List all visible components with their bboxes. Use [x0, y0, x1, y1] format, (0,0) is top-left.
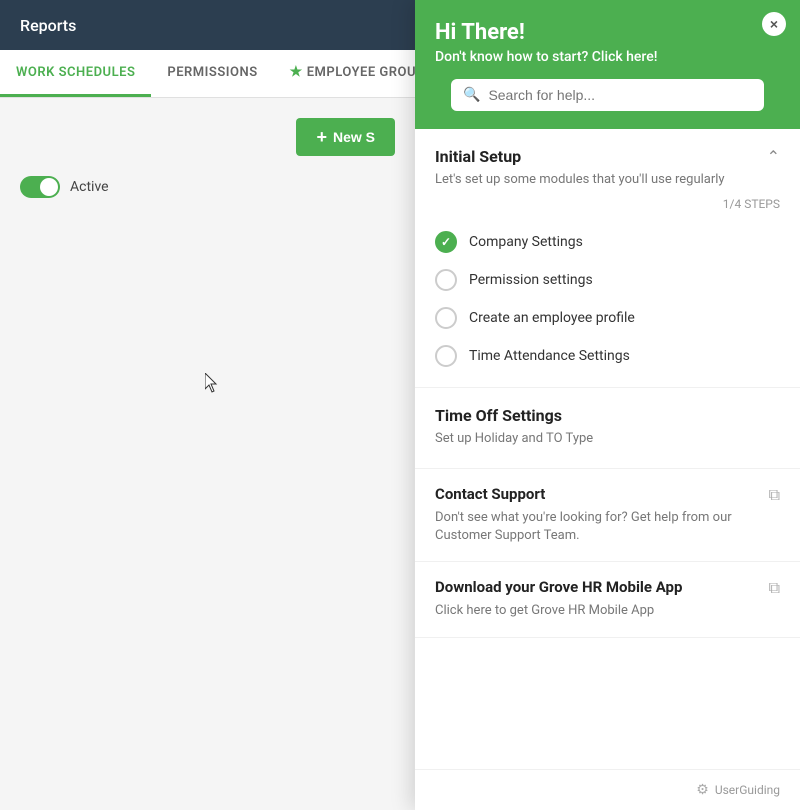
userguiding-footer: ⚙ UserGuiding	[415, 769, 800, 810]
help-greeting: Hi There!	[435, 20, 780, 45]
new-schedule-button[interactable]: + New S	[296, 118, 395, 156]
initial-setup-title: Initial Setup	[435, 147, 521, 166]
help-panel: × Hi There! Don't know how to start? Cli…	[415, 0, 800, 810]
mobile-app-title: Download your Grove HR Mobile App	[435, 578, 682, 596]
search-box[interactable]: 🔍	[451, 79, 764, 111]
active-toggle-label: Active	[70, 179, 109, 195]
tab-work-schedules[interactable]: WORK SCHEDULES	[0, 50, 151, 97]
chevron-up-icon[interactable]: ⌃	[767, 147, 780, 166]
mobile-app-content: Download your Grove HR Mobile App Click …	[435, 578, 682, 620]
mobile-app-desc: Click here to get Grove HR Mobile App	[435, 602, 682, 620]
step-label-permission: Permission settings	[469, 272, 593, 288]
contact-support-title: Contact Support	[435, 485, 761, 503]
step-circle-employee	[435, 307, 457, 329]
step-item-attendance[interactable]: Time Attendance Settings	[435, 337, 780, 375]
help-subtitle: Don't know how to start? Click here!	[435, 49, 780, 65]
tab-permissions[interactable]: PERMISSIONS	[151, 50, 273, 97]
tabs-bar: WORK SCHEDULES PERMISSIONS ★ EMPLOYEE GR…	[0, 50, 415, 98]
new-schedule-label: New S	[333, 129, 375, 145]
search-icon: 🔍	[463, 87, 480, 103]
contact-support-content: Contact Support Don't see what you're lo…	[435, 485, 761, 545]
main-app-panel: Reports WORK SCHEDULES PERMISSIONS ★ EMP…	[0, 0, 415, 810]
step-item-company[interactable]: Company Settings	[435, 223, 780, 261]
step-label-company: Company Settings	[469, 234, 583, 250]
active-toggle-row: Active	[20, 176, 395, 198]
step-circle-permission	[435, 269, 457, 291]
close-button[interactable]: ×	[762, 12, 786, 36]
contact-support-link[interactable]: Contact Support Don't see what you're lo…	[415, 469, 800, 562]
time-off-section: Time Off Settings Set up Holiday and TO …	[415, 388, 800, 469]
external-link-icon-2: ⧉	[769, 578, 780, 598]
tab-permissions-label: PERMISSIONS	[167, 65, 257, 80]
step-circle-attendance	[435, 345, 457, 367]
search-input[interactable]	[488, 87, 752, 103]
content-area: + New S Active	[0, 98, 415, 810]
step-item-employee[interactable]: Create an employee profile	[435, 299, 780, 337]
star-icon: ★	[290, 64, 303, 80]
initial-setup-desc: Let's set up some modules that you'll us…	[435, 172, 780, 187]
userguiding-icon: ⚙	[696, 782, 709, 798]
tab-work-schedules-label: WORK SCHEDULES	[16, 65, 135, 80]
contact-support-desc: Don't see what you're looking for? Get h…	[435, 509, 761, 545]
userguiding-label: UserGuiding	[715, 783, 780, 797]
plus-icon: +	[316, 128, 327, 146]
step-label-attendance: Time Attendance Settings	[469, 348, 630, 364]
close-icon: ×	[770, 16, 778, 32]
top-bar: Reports	[0, 0, 415, 50]
time-off-desc: Set up Holiday and TO Type	[435, 431, 780, 446]
step-circle-company	[435, 231, 457, 253]
step-item-permission[interactable]: Permission settings	[435, 261, 780, 299]
help-body: Initial Setup ⌃ Let's set up some module…	[415, 129, 800, 769]
app-title: Reports	[20, 16, 76, 35]
steps-progress: 1/4 STEPS	[435, 197, 780, 211]
time-off-title: Time Off Settings	[435, 406, 780, 425]
help-header: × Hi There! Don't know how to start? Cli…	[415, 0, 800, 129]
initial-setup-section: Initial Setup ⌃ Let's set up some module…	[415, 129, 800, 388]
mobile-app-link[interactable]: Download your Grove HR Mobile App Click …	[415, 562, 800, 637]
external-link-icon: ⧉	[769, 485, 780, 505]
initial-setup-header: Initial Setup ⌃	[435, 147, 780, 166]
step-label-employee: Create an employee profile	[469, 310, 635, 326]
active-toggle[interactable]	[20, 176, 60, 198]
